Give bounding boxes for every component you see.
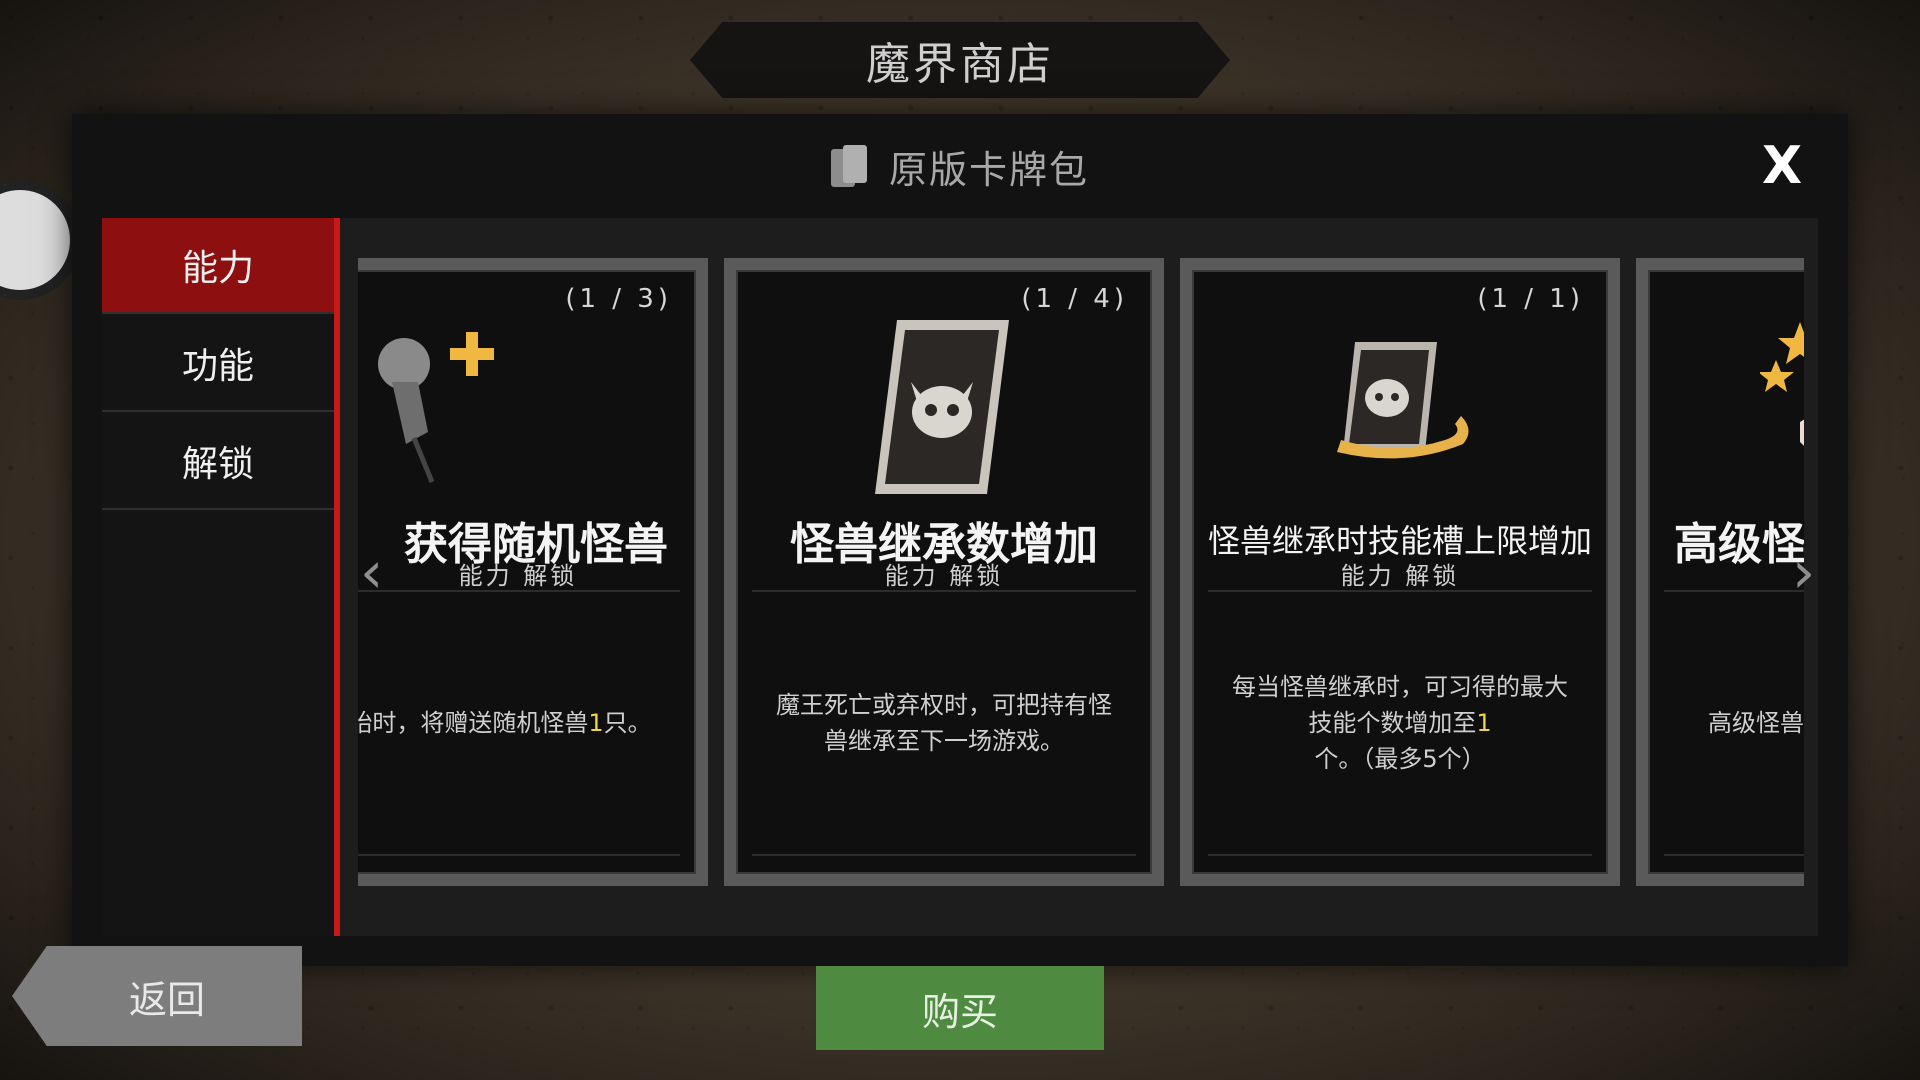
pack-title: 原版卡牌包 xyxy=(888,147,1089,192)
sidebar-item-function[interactable]: 功能 xyxy=(102,316,334,412)
card-description: 魔王死亡或弃权时，可把持有怪兽继承至下一场游戏。 xyxy=(776,691,1112,755)
card-count: (1 / 4) xyxy=(1021,284,1128,314)
sidebar-item-ability[interactable]: 能力 xyxy=(102,218,334,314)
card-subtitle: 能力 解锁 xyxy=(884,562,1004,590)
buy-button[interactable]: 购买 xyxy=(816,966,1104,1050)
category-sidebar: 能力 功能 解锁 xyxy=(102,218,334,936)
panel-header: 原版卡牌包 xyxy=(72,114,1848,218)
pin-plus-icon xyxy=(378,332,494,483)
stars-pin-icon xyxy=(1760,322,1804,446)
card-subtitle: 能力 解锁 xyxy=(458,562,578,590)
content-area: 能力 功能 解锁 (1 / 3) 获得随机怪兽 能力 解锁 始时，将赠送随机怪兽… xyxy=(102,218,1818,936)
card-description: 每当怪兽继承时，可习得的最大技能个数增加至1个。（最多5个） xyxy=(1232,673,1568,773)
shop-card[interactable]: 高级怪兽出 能力 高级怪兽的出 xyxy=(1636,258,1804,886)
card-count: (1 / 3) xyxy=(565,284,672,314)
card-count: (1 / 1) xyxy=(1477,284,1584,314)
carousel-next-arrow[interactable]: › xyxy=(1792,538,1815,606)
card-subtitle: 能力 解锁 xyxy=(1340,562,1460,590)
shop-card[interactable]: (1 / 3) 获得随机怪兽 能力 解锁 开始时，将赠送随机怪兽1只。 xyxy=(358,258,708,886)
shop-title-plate: 魔界商店 xyxy=(690,22,1230,98)
card-pack-icon xyxy=(830,145,867,187)
monster-card-icon xyxy=(875,320,1009,494)
card-carousel: (1 / 3) 获得随机怪兽 能力 解锁 开始时，将赠送随机怪兽1只。 xyxy=(358,258,1804,918)
shop-title: 魔界商店 xyxy=(866,39,1054,90)
card-description-box: 魔王死亡或弃权时，可把持有怪兽继承至下一场游戏。 xyxy=(752,590,1136,856)
card-description-box: 高级怪兽的出 xyxy=(1664,590,1804,856)
card-pack-panel: 原版卡牌包 X 能力 功能 解锁 (1 / 3) 获得随机怪兽 能力 解锁 始时… xyxy=(72,114,1848,966)
sidebar-divider xyxy=(334,218,340,936)
card-description: 开始时，将赠送随机怪兽1只。 xyxy=(358,709,652,737)
card-scroll-icon xyxy=(1337,342,1469,459)
shop-card[interactable]: (1 / 4) 怪兽继承数增加 能力 解锁 魔王死亡或弃权时，可把持有怪兽继承至… xyxy=(724,258,1164,886)
shop-card[interactable]: (1 / 1) 怪兽继承时技能槽上限增加 能力 解锁 每当怪兽继承时，可习得的最… xyxy=(1180,258,1620,886)
back-button[interactable]: 返回 xyxy=(12,946,302,1046)
card-description: 高级怪兽的出 xyxy=(1708,709,1804,737)
card-description-box: 每当怪兽继承时，可习得的最大技能个数增加至1个。（最多5个） xyxy=(1208,590,1592,856)
carousel-prev-arrow[interactable]: ‹ xyxy=(360,538,383,606)
sidebar-item-unlock[interactable]: 解锁 xyxy=(102,414,334,510)
close-button[interactable]: X xyxy=(1754,138,1810,194)
card-description-box: 开始时，将赠送随机怪兽1只。 xyxy=(358,590,680,856)
card-name: 高级怪兽出 xyxy=(1674,519,1804,570)
